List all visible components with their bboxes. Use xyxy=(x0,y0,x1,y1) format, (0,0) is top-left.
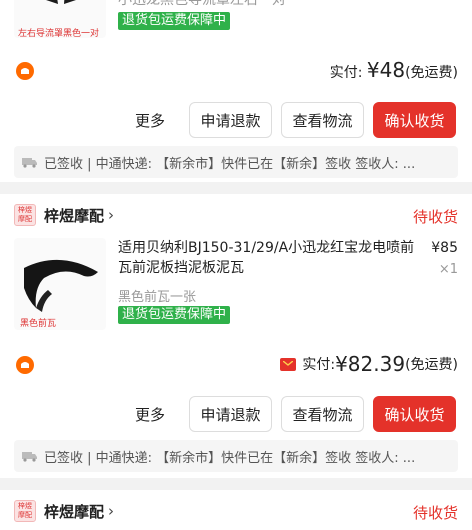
coupon-icon xyxy=(16,356,34,374)
logistics-text: 已签收 | 中通快递: 【新余市】快件已在【新余】签收 签收人: ... xyxy=(44,450,416,466)
shop-logo: 梓煜摩配 xyxy=(14,500,36,522)
paid-amount: ¥48 xyxy=(366,58,406,82)
shop-name: 梓煜摩配 xyxy=(44,502,105,521)
product-thumbnail[interactable]: 黑色前瓦 xyxy=(14,238,106,330)
shop-header[interactable]: 梓煜摩配 梓煜摩配 › xyxy=(14,204,114,226)
paid-label: 实付: xyxy=(302,357,336,373)
paid-total: 实付: ¥48(免运费) xyxy=(330,58,458,82)
order-card-3: 梓煜摩配 梓煜摩配 › 待收货 xyxy=(0,490,472,530)
view-logistics-button[interactable]: 查看物流 xyxy=(281,102,364,138)
action-row: 更多 申请退款 查看物流 确认收货 xyxy=(0,102,472,138)
order-status: 待收货 xyxy=(412,504,458,522)
paid-label: 实付: xyxy=(329,65,363,81)
product-title[interactable]: 小迅龙黑色导流罩左右一对 xyxy=(118,0,418,10)
truck-icon xyxy=(22,156,38,168)
confirm-receipt-button[interactable]: 确认收货 xyxy=(373,102,456,138)
shop-name: 梓煜摩配 xyxy=(44,206,105,225)
paid-total: 实付: ¥82.39 (免运费) xyxy=(280,352,458,376)
unit-price: ¥85 xyxy=(431,240,458,256)
guarantee-tag: 退货包运费保障中 xyxy=(118,306,231,324)
logistics-bar[interactable]: 已签收 | 中通快递: 【新余市】快件已在【新余】签收 签收人: ... xyxy=(14,440,458,472)
shop-logo: 梓煜摩配 xyxy=(14,204,36,226)
red-envelope-icon xyxy=(280,357,297,371)
product-title[interactable]: 适用贝纳利BJ150-31/29/A小迅龙红宝龙电喷前瓦前泥板挡泥板泥瓦 xyxy=(118,238,418,278)
chevron-right-icon: › xyxy=(108,206,115,224)
logistics-bar[interactable]: 已签收 | 中通快递: 【新余市】快件已在【新余】签收 签收人: ... xyxy=(14,146,458,178)
truck-icon xyxy=(22,450,38,462)
thumb-caption: 黑色前瓦 xyxy=(20,319,57,329)
order-status: 待收货 xyxy=(412,208,458,226)
product-thumbnail[interactable]: 左右导流罩黑色一对 xyxy=(14,0,106,38)
paid-amount: ¥82.39 xyxy=(335,352,406,376)
order-card-2: 梓煜摩配 梓煜摩配 › 待收货 黑色前瓦 适用贝纳利BJ150-31/29/A小… xyxy=(0,194,472,478)
action-row: 更多 申请退款 查看物流 确认收货 xyxy=(0,396,472,432)
refund-button[interactable]: 申请退款 xyxy=(189,102,272,138)
refund-button[interactable]: 申请退款 xyxy=(189,396,272,432)
thumb-caption: 左右导流罩黑色一对 xyxy=(18,29,100,38)
view-logistics-button[interactable]: 查看物流 xyxy=(281,396,364,432)
shop-header[interactable]: 梓煜摩配 梓煜摩配 › xyxy=(14,500,114,522)
confirm-receipt-button[interactable]: 确认收货 xyxy=(373,396,456,432)
shipping-note: (免运费) xyxy=(405,357,458,373)
more-button[interactable]: 更多 xyxy=(135,396,165,432)
coupon-icon xyxy=(16,62,34,80)
shipping-note: (免运费) xyxy=(405,65,458,81)
guarantee-tag: 退货包运费保障中 xyxy=(118,12,231,30)
more-button[interactable]: 更多 xyxy=(135,102,165,138)
order-card-1: 左右导流罩黑色一对 小迅龙黑色导流罩左右一对 退货包运费保障中 实付: ¥48(… xyxy=(0,0,472,182)
product-spec: 黑色前瓦一张 xyxy=(118,290,197,305)
chevron-right-icon: › xyxy=(108,502,115,520)
logistics-text: 已签收 | 中通快递: 【新余市】快件已在【新余】签收 签收人: ... xyxy=(44,156,416,172)
quantity: ×1 xyxy=(438,262,458,277)
